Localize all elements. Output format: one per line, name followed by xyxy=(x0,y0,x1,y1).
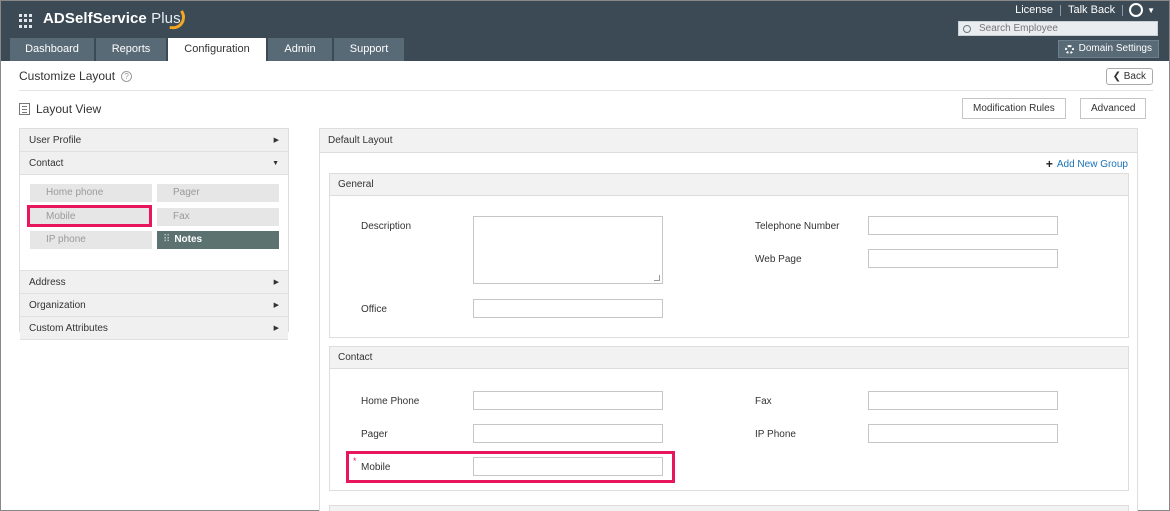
field-label-pager: Pager xyxy=(361,429,388,440)
field-label-web-page: Web Page xyxy=(755,254,802,265)
field-label-description: Description xyxy=(361,221,412,232)
group-title xyxy=(330,506,1128,511)
modification-rules-button[interactable]: Modification Rules xyxy=(962,98,1066,119)
top-links: License Talk Back ▼ xyxy=(1008,3,1155,17)
field-chip-fax[interactable]: Fax xyxy=(157,208,279,226)
section-label: Custom Attributes xyxy=(29,323,108,334)
section-custom-attributes[interactable]: Custom Attributes ▶ xyxy=(20,317,288,340)
user-icon[interactable] xyxy=(1129,3,1144,17)
field-label-telephone-number: Telephone Number xyxy=(755,221,840,232)
attribute-panel: User Profile ▶ Contact ▼ Home phone Page… xyxy=(19,128,289,340)
section-contact[interactable]: Contact ▼ xyxy=(20,152,288,175)
apps-grid-icon[interactable] xyxy=(19,14,33,28)
group-title: General xyxy=(330,174,1128,196)
layout-view-icon xyxy=(19,103,30,115)
contact-field-list: Home phone Pager Mobile Fax IP phone ⠿ No… xyxy=(20,175,288,271)
resize-handle-icon[interactable] xyxy=(654,275,660,281)
highlight-mobile-field xyxy=(346,451,675,483)
section-address[interactable]: Address ▶ xyxy=(20,271,288,294)
tab-reports[interactable]: Reports xyxy=(96,38,166,61)
chevron-right-icon: ▶ xyxy=(273,325,279,332)
plus-icon: + xyxy=(1045,157,1053,171)
field-label-ip-phone: IP Phone xyxy=(755,429,796,440)
section-label: User Profile xyxy=(29,135,82,146)
telephone-number-input[interactable] xyxy=(868,216,1058,235)
field-label-office: Office xyxy=(361,304,387,315)
group-next xyxy=(329,505,1129,511)
help-icon[interactable]: ? xyxy=(121,70,133,82)
field-chip-home-phone[interactable]: Home phone xyxy=(30,184,152,202)
ip-phone-input[interactable] xyxy=(868,424,1058,443)
chevron-down-icon: ▼ xyxy=(272,160,279,167)
add-new-group-link[interactable]: + Add New Group xyxy=(1046,157,1128,171)
layout-view-label: Layout View xyxy=(36,102,102,116)
field-label-home-phone: Home Phone xyxy=(361,396,420,407)
highlight-mobile-chip xyxy=(27,205,152,227)
chevron-down-icon[interactable]: ▼ xyxy=(1147,6,1155,15)
search-icon[interactable] xyxy=(963,24,971,33)
gear-icon xyxy=(1064,44,1074,54)
field-chip-label: Notes xyxy=(174,234,203,245)
app-name: ADSelfService xyxy=(43,10,147,27)
app-header: ADSelfService Plus License Talk Back ▼ D… xyxy=(1,1,1169,61)
add-new-group-label: Add New Group xyxy=(1056,158,1128,170)
domain-settings-label: Domain Settings xyxy=(1078,43,1152,54)
section-organization[interactable]: Organization ▶ xyxy=(20,294,288,317)
page-title-text: Customize Layout xyxy=(19,69,116,83)
description-textarea[interactable] xyxy=(473,216,663,284)
search-box xyxy=(958,21,1158,36)
talk-back-link[interactable]: Talk Back xyxy=(1061,4,1122,16)
search-employee-input[interactable] xyxy=(979,23,1149,34)
field-chip-pager[interactable]: Pager xyxy=(157,184,279,202)
layout-panel-title: Default Layout xyxy=(320,129,1137,153)
app-logo[interactable]: ADSelfService Plus xyxy=(43,10,181,27)
chevron-right-icon: ▶ xyxy=(273,279,279,286)
layout-panel: Default Layout + Add New Group General D… xyxy=(319,128,1138,511)
tab-support[interactable]: Support xyxy=(334,38,404,61)
page-title: Customize Layout ? xyxy=(19,69,133,83)
link-separator xyxy=(1122,4,1124,16)
section-label: Organization xyxy=(29,300,86,311)
main-tabs: Dashboard Reports Configuration Admin Su… xyxy=(10,38,404,61)
chevron-right-icon: ▶ xyxy=(273,302,279,309)
license-link[interactable]: License xyxy=(1008,4,1060,16)
domain-settings-button[interactable]: Domain Settings xyxy=(1057,40,1159,58)
section-label: Address xyxy=(29,277,66,288)
fax-input[interactable] xyxy=(868,391,1058,410)
chevron-right-icon: ▶ xyxy=(273,137,279,144)
tab-dashboard[interactable]: Dashboard xyxy=(10,38,94,61)
advanced-button[interactable]: Advanced xyxy=(1080,98,1147,119)
field-chip-notes[interactable]: ⠿ Notes xyxy=(157,231,279,249)
back-label: Back xyxy=(1123,71,1146,82)
field-label-fax: Fax xyxy=(755,396,772,407)
chevron-left-icon: ❮ xyxy=(1112,71,1121,82)
logo-arc-icon xyxy=(169,5,187,31)
group-contact: Contact Home Phone Fax Pager IP Phone * … xyxy=(329,346,1129,491)
layout-view-heading: Layout View xyxy=(19,102,101,116)
tab-configuration[interactable]: Configuration xyxy=(168,38,266,61)
drag-handle-icon[interactable]: ⠿ xyxy=(163,234,170,245)
divider xyxy=(19,90,1153,91)
section-label: Contact xyxy=(29,158,64,169)
pager-input[interactable] xyxy=(473,424,663,443)
tab-admin[interactable]: Admin xyxy=(268,38,332,61)
group-general: General Description Telephone Number Web… xyxy=(329,173,1129,338)
field-chip-ip-phone[interactable]: IP phone xyxy=(30,231,152,249)
home-phone-input[interactable] xyxy=(473,391,663,410)
group-title: Contact xyxy=(330,347,1128,369)
web-page-input[interactable] xyxy=(868,249,1058,268)
office-input[interactable] xyxy=(473,299,663,318)
section-user-profile[interactable]: User Profile ▶ xyxy=(20,129,288,152)
back-button[interactable]: ❮ Back xyxy=(1105,68,1153,85)
